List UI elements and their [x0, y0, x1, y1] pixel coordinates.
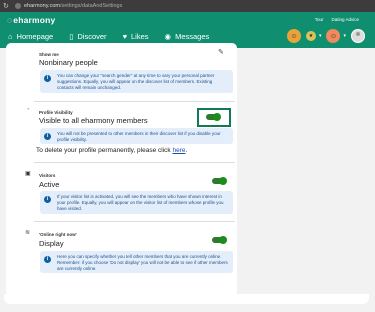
- url-domain: eharmony.com: [24, 3, 60, 9]
- info-icon: i: [44, 256, 51, 263]
- nav-messages[interactable]: ◉ Messages: [165, 32, 210, 41]
- url-path: /settings/dataAndSettings: [59, 3, 123, 9]
- discover-icon: ▯: [69, 32, 74, 41]
- divider: [34, 221, 235, 222]
- visitors-toggle[interactable]: [212, 177, 227, 185]
- visibility-icon: ◔: [26, 107, 30, 113]
- avatar[interactable]: [351, 29, 365, 43]
- eharmony-logo[interactable]: ◌eharmony: [7, 15, 56, 25]
- address-bar[interactable]: eharmony.com/settings/dataAndSettings: [24, 3, 122, 9]
- online-now-toggle[interactable]: [212, 236, 227, 244]
- divider: [34, 162, 235, 163]
- chevron-down-icon[interactable]: ▾: [319, 33, 322, 39]
- divider: [34, 101, 235, 102]
- home-icon: ⌂: [8, 32, 13, 41]
- reload-icon[interactable]: ↻: [3, 3, 10, 10]
- browser-bar: ↻ eharmony.com/settings/dataAndSettings: [0, 0, 375, 12]
- main-nav: ⌂ Homepage ▯ Discover ♥ Likes ◉ Messages: [8, 32, 209, 41]
- visitors-icon: ▣: [25, 171, 31, 177]
- info-icon: i: [44, 133, 51, 140]
- show-me-title: Show me: [39, 52, 59, 57]
- tour-link[interactable]: Tour: [315, 17, 324, 22]
- heart-icon: ♥: [122, 32, 128, 41]
- delete-profile-link[interactable]: here: [172, 147, 185, 154]
- header-actions: ☺ ★ ▾ ☺ ▾: [286, 29, 365, 43]
- visitors-title: Visitors: [39, 173, 56, 178]
- profile-visibility-note: i You will not be presented to other mem…: [40, 128, 233, 144]
- dating-advice-link[interactable]: Dating Advice: [331, 17, 359, 22]
- visitors-value: Active: [39, 180, 60, 189]
- settings-card: Show me Nonbinary people i You can chang…: [6, 43, 237, 296]
- show-me-value: Nonbinary people: [39, 58, 98, 67]
- toggle-highlight-box: [197, 108, 231, 127]
- online-now-value: Display: [39, 239, 64, 248]
- top-links: Tour Dating Advice: [315, 17, 359, 22]
- info-icon: i: [44, 75, 51, 82]
- smile-icon[interactable]: ☺: [286, 29, 301, 43]
- online-now-title: 'Online right now': [39, 232, 77, 237]
- edit-pencil-icon[interactable]: ✎: [218, 48, 224, 56]
- nav-discover[interactable]: ▯ Discover: [69, 32, 106, 41]
- info-icon: i: [44, 196, 51, 203]
- site-info-icon[interactable]: [15, 3, 21, 9]
- emoji-icon[interactable]: ☺: [326, 29, 341, 43]
- badge-icon[interactable]: ★: [305, 31, 316, 41]
- wifi-icon: ≋: [25, 230, 31, 236]
- nav-homepage[interactable]: ⌂ Homepage: [8, 32, 53, 41]
- profile-visibility-title: Profile Visibility: [39, 110, 73, 115]
- chat-icon: ◉: [164, 32, 172, 41]
- nav-likes[interactable]: ♥ Likes: [123, 32, 149, 41]
- logo-icon: ◌: [7, 15, 13, 25]
- page-footer-panel: [4, 294, 369, 304]
- chevron-down-icon[interactable]: ▾: [343, 33, 346, 39]
- visitors-note: i If your visitor list is activated, you…: [40, 191, 233, 214]
- online-now-note: i Here you can specify whether you tell …: [40, 251, 233, 273]
- delete-profile-text: To delete your profile permanently, plea…: [36, 147, 188, 154]
- profile-visibility-value: Visible to all eharmony members: [39, 116, 148, 125]
- show-me-note: i You can change your "search gender" at…: [40, 70, 233, 93]
